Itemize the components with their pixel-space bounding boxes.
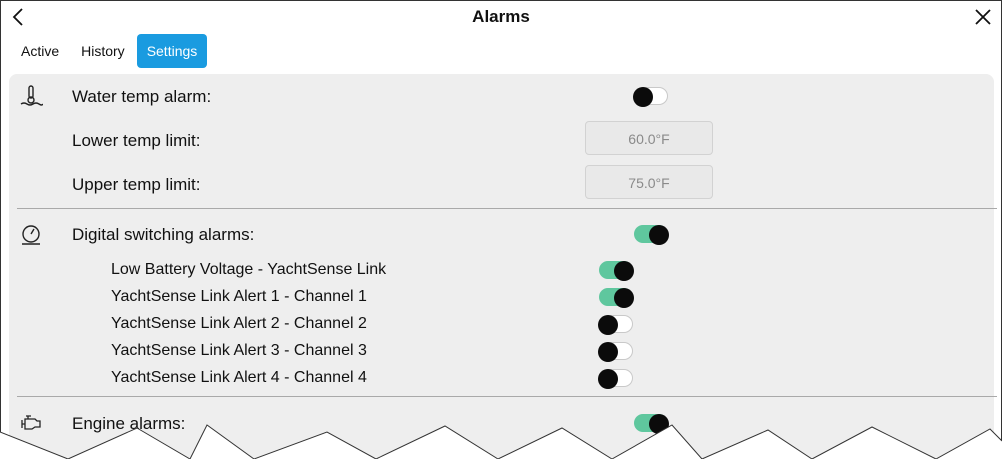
toggle-knob (614, 288, 634, 308)
engine-alarms-label: Engine alarms: (72, 414, 186, 433)
tab-bar: Active History Settings (11, 34, 209, 68)
water-temp-alarm-label: Water temp alarm: (72, 87, 212, 106)
low-battery-voltage-toggle[interactable] (599, 261, 634, 281)
toggle-knob (598, 369, 618, 389)
alarms-window: Alarms Active History Settings Water tem… (0, 0, 1002, 458)
digital-item-label: Low Battery Voltage - YachtSense Link (111, 261, 387, 278)
upper-temp-limit-field[interactable]: 75.0°F (585, 165, 713, 199)
gauge-icon (19, 222, 43, 246)
digital-item-label: YachtSense Link Alert 3 - Channel 3 (111, 342, 367, 359)
toggle-knob (598, 342, 618, 362)
digital-item-label: YachtSense Link Alert 4 - Channel 4 (111, 369, 367, 386)
alert-3-toggle[interactable] (598, 342, 633, 362)
water-temp-alarm-toggle[interactable] (633, 87, 668, 107)
page-title: Alarms (472, 7, 530, 26)
close-icon[interactable] (973, 7, 993, 27)
digital-item-label: YachtSense Link Alert 1 - Channel 1 (111, 288, 367, 305)
settings-panel: Water temp alarm: Lower temp limit: 60.0… (9, 74, 997, 458)
toggle-knob (598, 315, 618, 335)
section-divider (17, 208, 997, 209)
alert-4-toggle[interactable] (598, 369, 633, 389)
section-divider (17, 396, 997, 397)
upper-temp-limit-label: Upper temp limit: (72, 175, 201, 194)
toggle-knob (614, 261, 634, 281)
engine-alarms-toggle[interactable] (634, 414, 669, 434)
lower-temp-limit-field[interactable]: 60.0°F (585, 121, 713, 155)
tab-active[interactable]: Active (11, 34, 69, 68)
engine-icon (19, 411, 43, 435)
digital-switching-alarms-toggle[interactable] (634, 225, 669, 245)
tab-history[interactable]: History (71, 34, 135, 68)
toggle-knob (633, 87, 653, 107)
water-temperature-icon (19, 84, 44, 108)
toggle-knob (649, 225, 669, 245)
digital-switching-alarms-label: Digital switching alarms: (72, 225, 255, 244)
alert-2-toggle[interactable] (598, 315, 633, 335)
alert-1-toggle[interactable] (599, 288, 634, 308)
tab-settings[interactable]: Settings (136, 34, 208, 68)
lower-temp-limit-label: Lower temp limit: (72, 131, 201, 150)
toggle-knob (649, 414, 669, 434)
digital-item-label: YachtSense Link Alert 2 - Channel 2 (111, 315, 367, 332)
